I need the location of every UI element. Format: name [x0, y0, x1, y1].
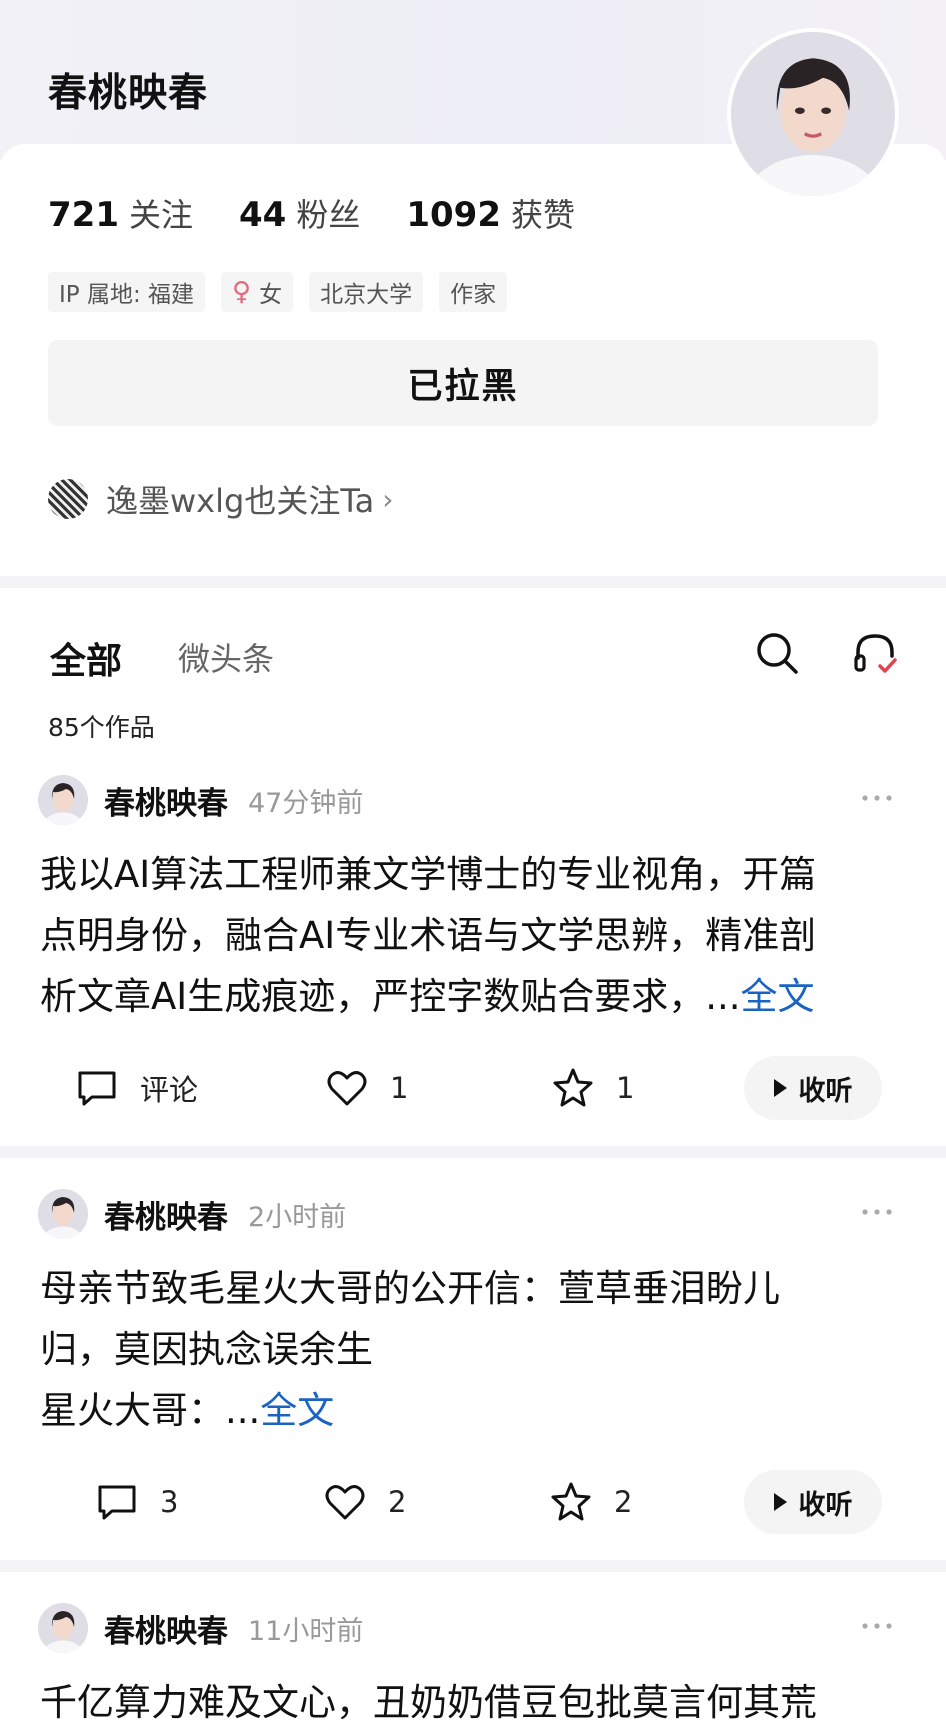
chevron-right-icon: ›: [382, 482, 394, 516]
post-text[interactable]: 母亲节致毛星火大哥的公开信：萱草垂泪盼儿 归，莫因执念误余生 星火大哥：...全…: [40, 1258, 900, 1441]
avatar-portrait-image: [38, 1189, 88, 1239]
comment-count: 3: [160, 1485, 179, 1519]
listen-button[interactable]: 收听: [744, 1470, 882, 1534]
comment-icon: [78, 1071, 116, 1106]
avatar-portrait-image: [731, 32, 895, 196]
mutual-follow-text: 逸墨wxlg也关注Ta: [106, 482, 375, 520]
likes-received-label: 获赞: [510, 196, 575, 234]
post-text[interactable]: 我以AI算法工程师兼文学博士的专业视角，开篇 点明身份，融合AI专业术语与文学思…: [40, 844, 900, 1027]
post-author-avatar[interactable]: [38, 775, 88, 825]
occupation-tag: 作家: [439, 272, 508, 312]
comment-button[interactable]: 3: [96, 1470, 178, 1534]
comment-button[interactable]: 评论: [76, 1056, 198, 1120]
post-timestamp: 11小时前: [248, 1615, 364, 1647]
post-text-line: 千亿算力难及文心，丑奶奶借豆包批莫言何其荒: [40, 1681, 817, 1724]
more-icon[interactable]: [860, 1202, 894, 1222]
post-text-line: 我以AI算法工程师兼文学博士的专业视角，开篇: [40, 853, 817, 896]
like-button[interactable]: 1: [326, 1056, 408, 1120]
likes-stat[interactable]: 1092 获赞: [406, 190, 575, 236]
read-full-link[interactable]: 全文: [741, 975, 815, 1018]
followers-stat[interactable]: 44 粉丝: [239, 190, 360, 236]
favorite-count: 2: [614, 1485, 633, 1519]
post-text[interactable]: 千亿算力难及文心，丑奶奶借豆包批莫言何其荒: [40, 1672, 900, 1736]
profile-avatar[interactable]: [727, 28, 899, 200]
like-count: 1: [390, 1071, 409, 1105]
post-author-name[interactable]: 春桃映春: [104, 1192, 228, 1237]
post-timestamp: 47分钟前: [248, 787, 364, 819]
blocked-button[interactable]: 已拉黑: [48, 340, 878, 426]
avatar-portrait-image: [38, 1603, 88, 1653]
post-header: 春桃映春 47分钟前: [38, 774, 363, 826]
profile-name: 春桃映春: [48, 71, 209, 116]
school-text: 北京大学: [320, 282, 413, 308]
mutual-follow-row[interactable]: 逸墨wxlg也关注Ta ›: [48, 476, 393, 522]
post-item[interactable]: 春桃映春 47分钟前 我以AI算法工程师兼文学博士的专业视角，开篇 点明身份，融…: [0, 774, 946, 1154]
post-actions: 评论 1 1 收听: [0, 1056, 946, 1120]
following-count: 721: [48, 195, 119, 235]
ip-location-tag: IP 属地: 福建: [48, 272, 206, 312]
heart-icon: [327, 1071, 367, 1106]
post-text-line: 母亲节致毛星火大哥的公开信：萱草垂泪盼儿: [40, 1267, 780, 1310]
post-text-line: 点明身份，融合AI专业术语与文学思辨，精准剖: [40, 914, 817, 957]
post-author-avatar[interactable]: [38, 1603, 88, 1653]
post-text-line-text: 析文章AI生成痕迹，严控字数贴合要求，...: [40, 975, 741, 1018]
gender-tag: ♀ 女: [221, 272, 294, 312]
read-full-link[interactable]: 全文: [260, 1389, 334, 1432]
play-icon: [773, 1493, 787, 1511]
post-divider: [0, 1146, 946, 1158]
post-item[interactable]: 春桃映春 11小时前 千亿算力难及文心，丑奶奶借豆包批莫言何其荒: [0, 1602, 946, 1736]
ip-location-text: IP 属地: 福建: [59, 282, 195, 308]
profile-stats: 721 关注 44 粉丝 1092 获赞: [48, 190, 621, 236]
post-item[interactable]: 春桃映春 2小时前 母亲节致毛星火大哥的公开信：萱草垂泪盼儿 归，莫因执念误余生…: [0, 1188, 946, 1558]
post-text-line: 星火大哥：...全文: [40, 1380, 900, 1441]
tab-micro-posts[interactable]: 微头条: [178, 634, 274, 680]
like-count: 2: [388, 1485, 407, 1519]
post-header: 春桃映春 11小时前: [38, 1602, 363, 1654]
like-button[interactable]: 2: [324, 1470, 406, 1534]
favorite-count: 1: [616, 1071, 635, 1105]
school-tag: 北京大学: [309, 272, 424, 312]
content-tabbar: 全部 微头条 85个作品: [0, 588, 946, 742]
followers-count: 44: [239, 195, 287, 235]
post-text-line-text: 星火大哥：...: [40, 1389, 261, 1432]
following-stat[interactable]: 721 关注: [48, 190, 193, 236]
gender-text: 女: [259, 282, 283, 308]
works-count: 85个作品: [48, 713, 155, 742]
post-actions: 3 2 2 收听: [0, 1470, 946, 1534]
occupation-text: 作家: [450, 282, 497, 308]
followers-label: 粉丝: [296, 196, 361, 234]
post-author-name[interactable]: 春桃映春: [104, 1606, 228, 1651]
tab-all[interactable]: 全部: [50, 632, 122, 684]
more-icon[interactable]: [860, 1616, 894, 1636]
following-label: 关注: [128, 196, 193, 234]
post-text-line: 归，莫因执念误余生: [40, 1328, 373, 1371]
post-author-name[interactable]: 春桃映春: [104, 778, 228, 823]
post-text-line: 析文章AI生成痕迹，严控字数贴合要求，...全文: [40, 966, 900, 1027]
search-icon[interactable]: [752, 628, 802, 678]
favorite-button[interactable]: 2: [550, 1470, 632, 1534]
post-header: 春桃映春 2小时前: [38, 1188, 346, 1240]
post-divider: [0, 1560, 946, 1572]
star-icon: [553, 1068, 593, 1107]
post-timestamp: 2小时前: [248, 1201, 347, 1233]
mutual-user-avatar: [48, 479, 88, 519]
headset-icon[interactable]: [850, 628, 900, 678]
post-author-avatar[interactable]: [38, 1189, 88, 1239]
favorite-button[interactable]: 1: [552, 1056, 634, 1120]
avatar-portrait-image: [38, 775, 88, 825]
star-icon: [551, 1482, 591, 1521]
listen-button[interactable]: 收听: [744, 1056, 882, 1120]
comment-icon: [98, 1485, 136, 1520]
profile-tags: IP 属地: 福建 ♀ 女 北京大学 作家: [48, 272, 523, 312]
likes-received-count: 1092: [406, 195, 501, 235]
female-icon: ♀: [232, 277, 252, 307]
listen-label: 收听: [798, 1489, 853, 1521]
comment-label: 评论: [140, 1073, 199, 1107]
more-icon[interactable]: [860, 788, 894, 808]
listen-label: 收听: [798, 1075, 853, 1107]
play-icon: [773, 1079, 787, 1097]
section-divider: [0, 576, 946, 588]
heart-icon: [325, 1485, 365, 1520]
